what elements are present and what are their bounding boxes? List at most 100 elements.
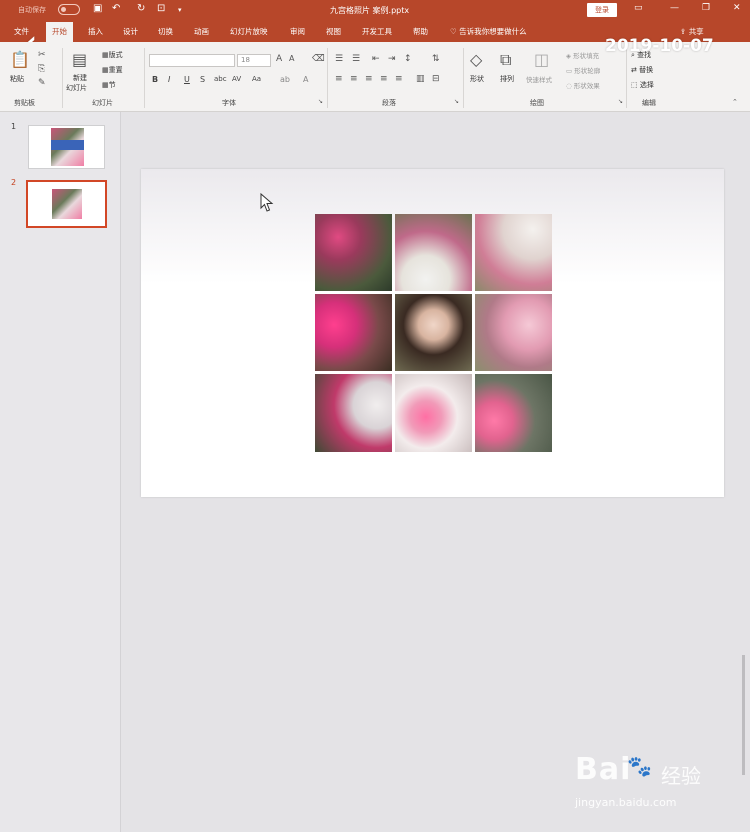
slides-pane: 1 2 bbox=[0, 112, 121, 832]
tab-help[interactable]: 帮助 bbox=[413, 26, 428, 37]
new-slide-label-2[interactable]: 幻灯片 bbox=[66, 83, 87, 93]
close-icon[interactable]: ✕ bbox=[733, 3, 741, 13]
copy-icon[interactable]: ⎘ bbox=[38, 64, 45, 74]
shape-effects-button[interactable]: ◌ 形状效果 bbox=[566, 80, 600, 90]
thumbnail-image bbox=[52, 189, 82, 219]
paste-icon[interactable]: 📋 bbox=[10, 50, 30, 69]
justify-icon[interactable]: ≡ bbox=[380, 74, 388, 84]
tell-me-search[interactable]: ♡ 告诉我你想要做什么 bbox=[450, 26, 527, 37]
bold-button[interactable]: B bbox=[152, 75, 158, 84]
clipboard-group-label: 剪贴板 bbox=[14, 99, 35, 107]
paragraph-dialog-launcher-icon[interactable]: ↘ bbox=[454, 98, 459, 105]
new-slide-icon[interactable]: ▤ bbox=[72, 50, 87, 69]
paste-label[interactable]: 粘贴 bbox=[10, 74, 24, 84]
align-center-icon[interactable]: ≡ bbox=[350, 74, 358, 84]
mouse-cursor-icon bbox=[260, 192, 274, 212]
slide-thumbnail-1[interactable] bbox=[28, 125, 105, 169]
save-icon[interactable]: ▣ bbox=[93, 3, 102, 14]
decrease-font-icon[interactable]: A bbox=[289, 54, 294, 63]
font-size-input[interactable]: 18 bbox=[237, 54, 271, 67]
bullets-icon[interactable]: ☰ bbox=[335, 54, 343, 64]
login-button[interactable]: 登录 bbox=[587, 3, 617, 17]
drawing-dialog-launcher-icon[interactable]: ↘ bbox=[618, 98, 623, 105]
align-text-icon[interactable]: ⊟ bbox=[432, 74, 440, 84]
decrease-indent-icon[interactable]: ⇤ bbox=[372, 54, 380, 64]
minimize-icon[interactable]: — bbox=[670, 3, 679, 13]
tab-design[interactable]: 设计 bbox=[123, 26, 138, 37]
grid-cell-6[interactable] bbox=[475, 294, 552, 371]
restore-icon[interactable]: ❐ bbox=[702, 3, 710, 13]
grid-cell-5[interactable] bbox=[395, 294, 472, 371]
align-right-icon[interactable]: ≡ bbox=[365, 74, 373, 84]
grid-cell-4[interactable] bbox=[315, 294, 392, 371]
baidu-watermark: Bai 🐾 经验 jingyan.baidu.com bbox=[575, 752, 745, 812]
tab-animations[interactable]: 动画 bbox=[194, 26, 209, 37]
grid-cell-1[interactable] bbox=[315, 214, 392, 291]
grid-cell-2[interactable] bbox=[395, 214, 472, 291]
columns-icon[interactable]: ▥ bbox=[416, 74, 425, 84]
nine-grid-photo[interactable] bbox=[315, 214, 552, 452]
replace-label: 替换 bbox=[639, 66, 654, 74]
font-name-input[interactable] bbox=[149, 54, 235, 67]
font-dialog-launcher-icon[interactable]: ↘ bbox=[318, 98, 323, 105]
autosave-toggle[interactable] bbox=[58, 4, 80, 15]
present-icon[interactable]: ⊡ bbox=[157, 3, 165, 14]
quick-styles-icon[interactable]: ◫ bbox=[534, 50, 549, 69]
section-button[interactable]: ▦节 bbox=[102, 80, 116, 90]
font-group-label: 字体 bbox=[222, 99, 236, 107]
tab-view[interactable]: 视图 bbox=[326, 26, 341, 37]
strikethrough-icon[interactable]: abc bbox=[214, 75, 227, 83]
replace-button[interactable]: ⇄ 替换 bbox=[631, 65, 653, 75]
tab-home[interactable]: 开始 bbox=[46, 22, 73, 42]
shadow-button[interactable]: S bbox=[200, 75, 205, 84]
change-case-button[interactable]: Aa bbox=[252, 75, 261, 83]
shape-effects-icon: ◌ bbox=[566, 82, 574, 90]
highlight-icon[interactable]: ab bbox=[280, 75, 290, 84]
redo-icon[interactable]: ↻ bbox=[137, 3, 145, 14]
slide-canvas[interactable] bbox=[141, 169, 724, 497]
grid-cell-9[interactable] bbox=[475, 374, 552, 452]
tab-slideshow[interactable]: 幻灯片放映 bbox=[230, 26, 268, 37]
layout-button[interactable]: ▦版式 bbox=[102, 50, 123, 60]
select-button[interactable]: ⬚ 选择 bbox=[631, 80, 654, 90]
italic-button[interactable]: I bbox=[168, 75, 170, 84]
tab-transitions[interactable]: 切换 bbox=[158, 26, 173, 37]
grid-cell-8[interactable] bbox=[395, 374, 472, 452]
quick-styles-label[interactable]: 快速样式 bbox=[526, 74, 552, 84]
ribbon-display-icon[interactable]: ▭ bbox=[634, 3, 643, 13]
shape-fill-button[interactable]: ◈ 形状填充 bbox=[566, 50, 599, 60]
collapse-ribbon-icon[interactable]: ⌃ bbox=[732, 98, 738, 106]
arrange-icon[interactable]: ⧉ bbox=[500, 50, 511, 70]
shapes-label[interactable]: 形状 bbox=[470, 74, 484, 84]
cut-icon[interactable]: ✂ bbox=[38, 50, 46, 60]
increase-indent-icon[interactable]: ⇥ bbox=[388, 54, 396, 64]
format-painter-icon[interactable]: ✎ bbox=[38, 78, 46, 88]
tab-developer[interactable]: 开发工具 bbox=[362, 26, 392, 37]
tell-me-text: 告诉我你想要做什么 bbox=[459, 27, 527, 36]
text-direction-icon[interactable]: ⇅ bbox=[432, 54, 440, 64]
shape-outline-button[interactable]: ▭ 形状轮廓 bbox=[566, 65, 600, 75]
slide-thumbnail-2[interactable] bbox=[26, 180, 107, 228]
font-color-icon[interactable]: A bbox=[303, 75, 308, 84]
shapes-icon[interactable]: ◇ bbox=[470, 50, 482, 69]
thumbnail-shape bbox=[51, 140, 84, 150]
grid-cell-3[interactable] bbox=[475, 214, 552, 291]
char-spacing-button[interactable]: AV bbox=[232, 75, 241, 83]
numbering-icon[interactable]: ☰ bbox=[352, 54, 360, 64]
increase-font-icon[interactable]: A bbox=[276, 54, 282, 64]
new-slide-label-1[interactable]: 新建 bbox=[73, 73, 87, 83]
undo-icon[interactable]: ↶ bbox=[112, 3, 120, 14]
tab-review[interactable]: 审阅 bbox=[290, 26, 305, 37]
distribute-icon[interactable]: ≡ bbox=[395, 74, 403, 84]
underline-button[interactable]: U bbox=[184, 75, 190, 84]
align-left-icon[interactable]: ≡ bbox=[335, 74, 343, 84]
grid-cell-7[interactable] bbox=[315, 374, 392, 452]
reset-button[interactable]: ▦重置 bbox=[102, 65, 123, 75]
slides-group-label: 幻灯片 bbox=[92, 99, 113, 107]
customize-qat-icon[interactable]: ▾ bbox=[178, 6, 182, 14]
select-icon: ⬚ bbox=[631, 81, 640, 89]
tab-insert[interactable]: 插入 bbox=[88, 26, 103, 37]
clear-format-icon[interactable]: ⌫ bbox=[312, 54, 325, 64]
line-spacing-icon[interactable]: ↕ bbox=[404, 54, 412, 64]
arrange-label[interactable]: 排列 bbox=[500, 74, 514, 84]
